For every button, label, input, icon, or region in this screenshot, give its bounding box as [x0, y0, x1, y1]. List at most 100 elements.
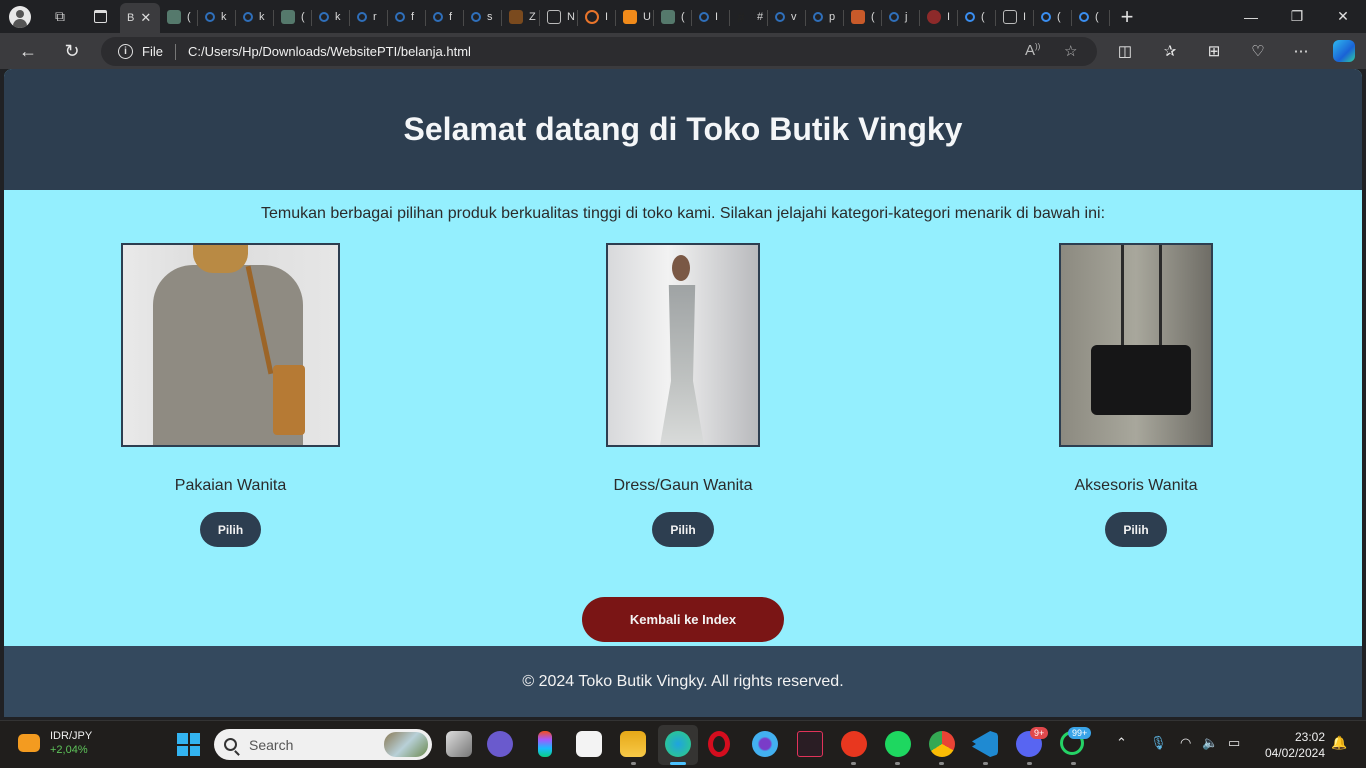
tab-title: N [567, 10, 575, 23]
tab[interactable]: ( [1034, 2, 1072, 32]
minimize-button[interactable]: — [1228, 0, 1274, 33]
restore-button[interactable]: ❐ [1274, 0, 1320, 33]
microphone-icon[interactable]: 🎙 [1150, 735, 1167, 751]
file-explorer-icon[interactable] [620, 731, 646, 757]
tab[interactable]: p [806, 2, 844, 32]
tab-title: ( [1057, 10, 1061, 23]
chrome-icon[interactable] [929, 731, 955, 757]
workspaces-icon: ⧉ [55, 8, 65, 24]
tab[interactable]: s [464, 2, 502, 32]
tab[interactable]: I [578, 2, 616, 32]
tab[interactable]: k [312, 2, 350, 32]
back-button[interactable]: ← [6, 33, 50, 69]
wifi-icon[interactable]: ◠ [1180, 735, 1191, 751]
cloud-app-icon[interactable] [752, 731, 778, 757]
tab[interactable]: ( [1072, 2, 1110, 32]
taskbar-search[interactable]: Search [214, 729, 432, 760]
calendar-icon [547, 9, 561, 24]
volume-icon[interactable]: 🔈 [1202, 735, 1218, 751]
vscode-icon[interactable] [972, 731, 998, 757]
collections-button[interactable]: ⊞ [1194, 33, 1234, 69]
read-aloud-icon[interactable]: A)) [1025, 42, 1040, 59]
settings-more-button[interactable]: ⋯ [1281, 33, 1321, 69]
tab-title: r [373, 10, 377, 23]
notification-bell-icon[interactable]: 🔔 [1331, 735, 1347, 751]
site-footer: © 2024 Toko Butik Vingky. All rights res… [4, 646, 1362, 717]
tab-actions-button[interactable] [80, 0, 120, 33]
task-view-icon[interactable] [446, 731, 472, 757]
currency-change: +2,04% [50, 744, 88, 756]
split-screen-button[interactable]: ◫ [1105, 33, 1145, 69]
tab[interactable]: ( [958, 2, 996, 32]
tab[interactable]: I [920, 2, 958, 32]
pilih-button[interactable]: Pilih [1105, 512, 1167, 547]
favorite-star-icon[interactable]: ☆ [1064, 42, 1077, 60]
profile-button[interactable] [0, 0, 40, 33]
microsoft-store-icon[interactable] [576, 731, 602, 757]
tab[interactable]: Z [502, 2, 540, 32]
opera-icon[interactable] [708, 731, 730, 757]
url-text[interactable]: C:/Users/Hp/Downloads/WebsitePTI/belanja… [188, 44, 471, 59]
tab-title: B [127, 12, 135, 24]
tab[interactable]: I [996, 2, 1034, 32]
tab[interactable]: r [350, 2, 388, 32]
figma-icon[interactable] [538, 731, 552, 757]
tab[interactable]: f [388, 2, 426, 32]
tab[interactable]: v [768, 2, 806, 32]
info-icon[interactable]: i [118, 44, 133, 59]
running-indicator [1071, 762, 1076, 765]
pilih-button[interactable]: Pilih [199, 512, 262, 547]
show-hidden-icons-icon[interactable]: ⌃ [1116, 735, 1127, 751]
tab[interactable]: ( [654, 2, 692, 32]
search-highlight-image [384, 732, 428, 757]
tab-title: k [335, 10, 341, 23]
search-icon [224, 738, 237, 751]
tab[interactable]: U [616, 2, 654, 32]
restore-icon: ❐ [1290, 8, 1304, 24]
plus-icon: + [1120, 3, 1134, 29]
tab[interactable]: f [426, 2, 464, 32]
refresh-button[interactable]: ↻ [50, 33, 94, 69]
new-tab-button[interactable]: + [1110, 0, 1144, 33]
tab[interactable]: N [540, 2, 578, 32]
minimize-icon: — [1244, 8, 1258, 25]
back-to-index-button[interactable]: Kembali ke Index [582, 597, 784, 642]
running-indicator [631, 762, 636, 765]
search-icon [395, 11, 405, 22]
tab[interactable]: k [236, 2, 274, 32]
tab[interactable]: ( [274, 2, 312, 32]
spotify-icon[interactable] [885, 731, 911, 757]
pilih-button[interactable]: Pilih [652, 512, 714, 547]
close-window-button[interactable]: ✕ [1320, 0, 1366, 33]
favorites-button[interactable]: ✰ [1150, 33, 1190, 69]
browser-essentials-button[interactable]: ♡ [1238, 33, 1278, 69]
active-indicator [670, 762, 686, 765]
chatgpt-icon [661, 9, 675, 24]
tab-title: k [259, 10, 265, 23]
tab[interactable]: I [692, 2, 730, 32]
wps-office-icon[interactable] [841, 731, 867, 757]
tab[interactable]: k [198, 2, 236, 32]
favorites-list-icon: ✰ [1163, 43, 1177, 60]
valorant-icon[interactable] [797, 731, 823, 757]
search-icon [319, 11, 329, 22]
tab-active[interactable]: B ✕ [120, 3, 160, 33]
copilot-button[interactable] [1324, 33, 1364, 69]
currency-widget[interactable]: IDR/JPY +2,04% [18, 729, 92, 756]
tab-title: ( [681, 10, 685, 23]
tab-list: (k k(k r f f s Z N I U(I # # v p(j I(I(( [160, 2, 1110, 32]
category-name: Dress/Gaun Wanita [613, 477, 753, 494]
address-bar[interactable]: i File C:/Users/Hp/Downloads/WebsitePTI/… [101, 37, 1097, 66]
tab[interactable]: j [882, 2, 920, 32]
tab[interactable]: ( [160, 2, 198, 32]
teams-meet-icon[interactable] [487, 731, 513, 757]
battery-icon[interactable]: ▭ [1228, 735, 1240, 751]
category-name: Pakaian Wanita [174, 477, 287, 494]
edge-icon[interactable] [665, 731, 691, 757]
clock[interactable]: 23:02 04/02/2024 [1255, 729, 1325, 761]
workspaces-button[interactable]: ⧉ [40, 0, 80, 33]
tab[interactable]: ( [844, 2, 882, 32]
tab[interactable]: # # [730, 2, 768, 32]
start-button[interactable] [177, 733, 200, 756]
close-tab-icon[interactable]: ✕ [140, 10, 151, 26]
